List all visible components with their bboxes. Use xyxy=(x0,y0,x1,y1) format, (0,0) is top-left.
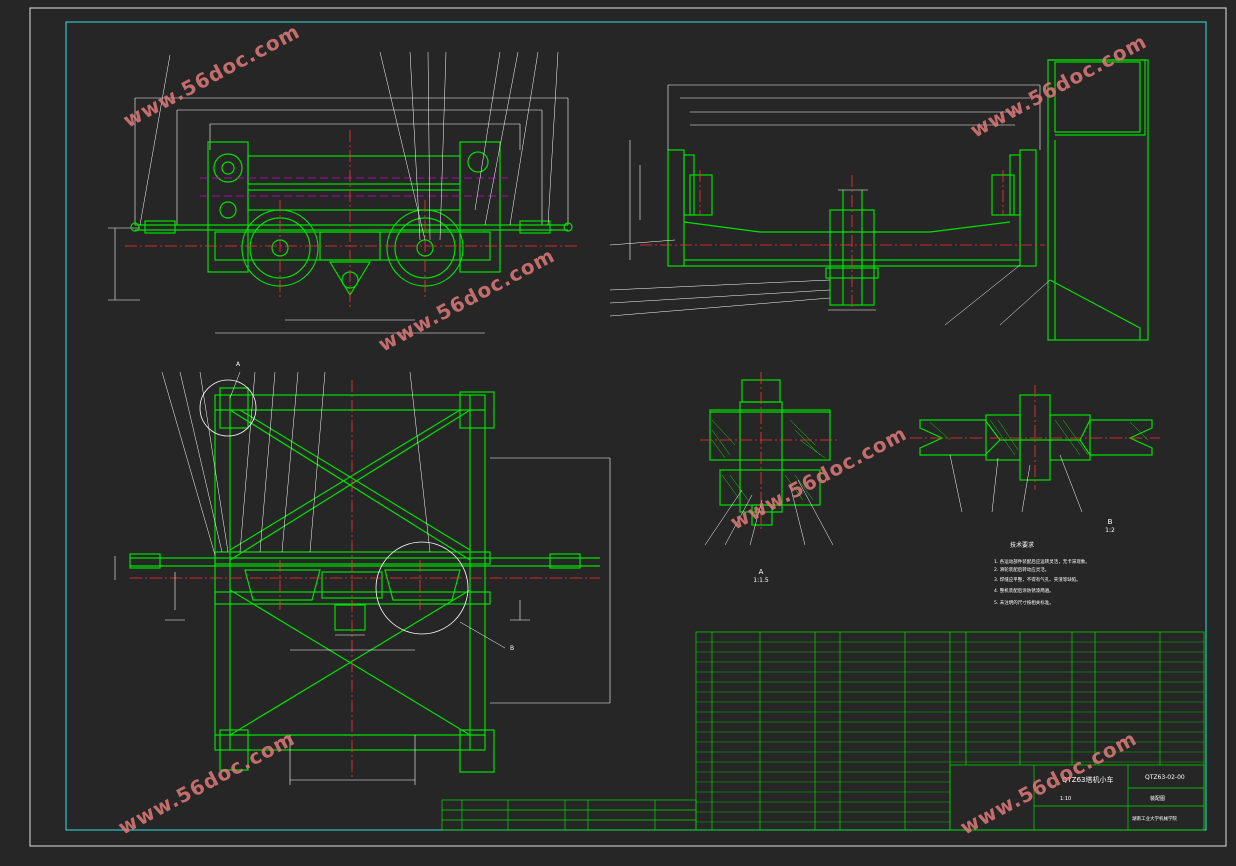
drawing-number: QTZ63-02-00 xyxy=(1145,774,1185,781)
assembly-label: 装配图 xyxy=(1150,795,1165,802)
side-view xyxy=(667,59,1149,341)
tech-requirement-item: 5. 未注明的尺寸按相关标准。 xyxy=(994,599,1054,606)
outer-frame xyxy=(29,7,1227,847)
section-b-hatch xyxy=(929,419,1149,456)
callout-a-label: A xyxy=(236,361,241,368)
tech-requirement-item: 4. 整机装配后涂防锈漆两遍。 xyxy=(994,587,1054,594)
plan-view xyxy=(129,387,600,773)
watermark-text: www.56doc.com xyxy=(119,19,304,132)
tech-requirements-heading: 技术要求 xyxy=(1010,541,1034,549)
scale-label: 1:10 xyxy=(1060,796,1071,802)
section-b-scale: 1:2 xyxy=(1105,527,1115,534)
section-b-leaders xyxy=(949,454,1083,513)
plan-view-dims xyxy=(114,457,611,785)
tech-requirement-item: 1. 各运动部件装配后应运转灵活，无卡滞现象。 xyxy=(994,558,1090,565)
callout-b-label: B xyxy=(510,645,514,652)
watermark-text: www.56doc.com xyxy=(726,421,911,534)
tech-requirements: 技术要求 1. 各运动部件装配后应运转灵活，无卡滞现象。 2. 滑轮装配后转动应… xyxy=(994,541,1090,606)
section-b-view xyxy=(919,394,1153,481)
watermark-layer: www.56doc.com www.56doc.com www.56doc.co… xyxy=(114,19,1151,839)
plan-view-centerlines xyxy=(130,380,600,780)
school-label: 湖南工业大学机械学院 xyxy=(1132,815,1177,822)
watermark-text: www.56doc.com xyxy=(966,29,1151,142)
section-a-scale: 1:1.5 xyxy=(753,577,769,584)
tech-requirement-item: 2. 滑轮装配后转动应灵活。 xyxy=(994,566,1049,573)
watermark-text: www.56doc.com xyxy=(114,726,299,839)
parts-list-table xyxy=(441,631,1205,831)
section-a-label: A xyxy=(759,568,764,576)
section-b-label: B xyxy=(1108,518,1113,526)
tech-requirement-item: 3. 焊缝应平整，不得有气孔、夹渣等缺陷。 xyxy=(994,576,1081,583)
engineering-drawing-sheet: A 1:1.5 B 1:2 A B 技术要求 1. 各运动部件装配后应运转灵活，… xyxy=(29,7,1227,847)
